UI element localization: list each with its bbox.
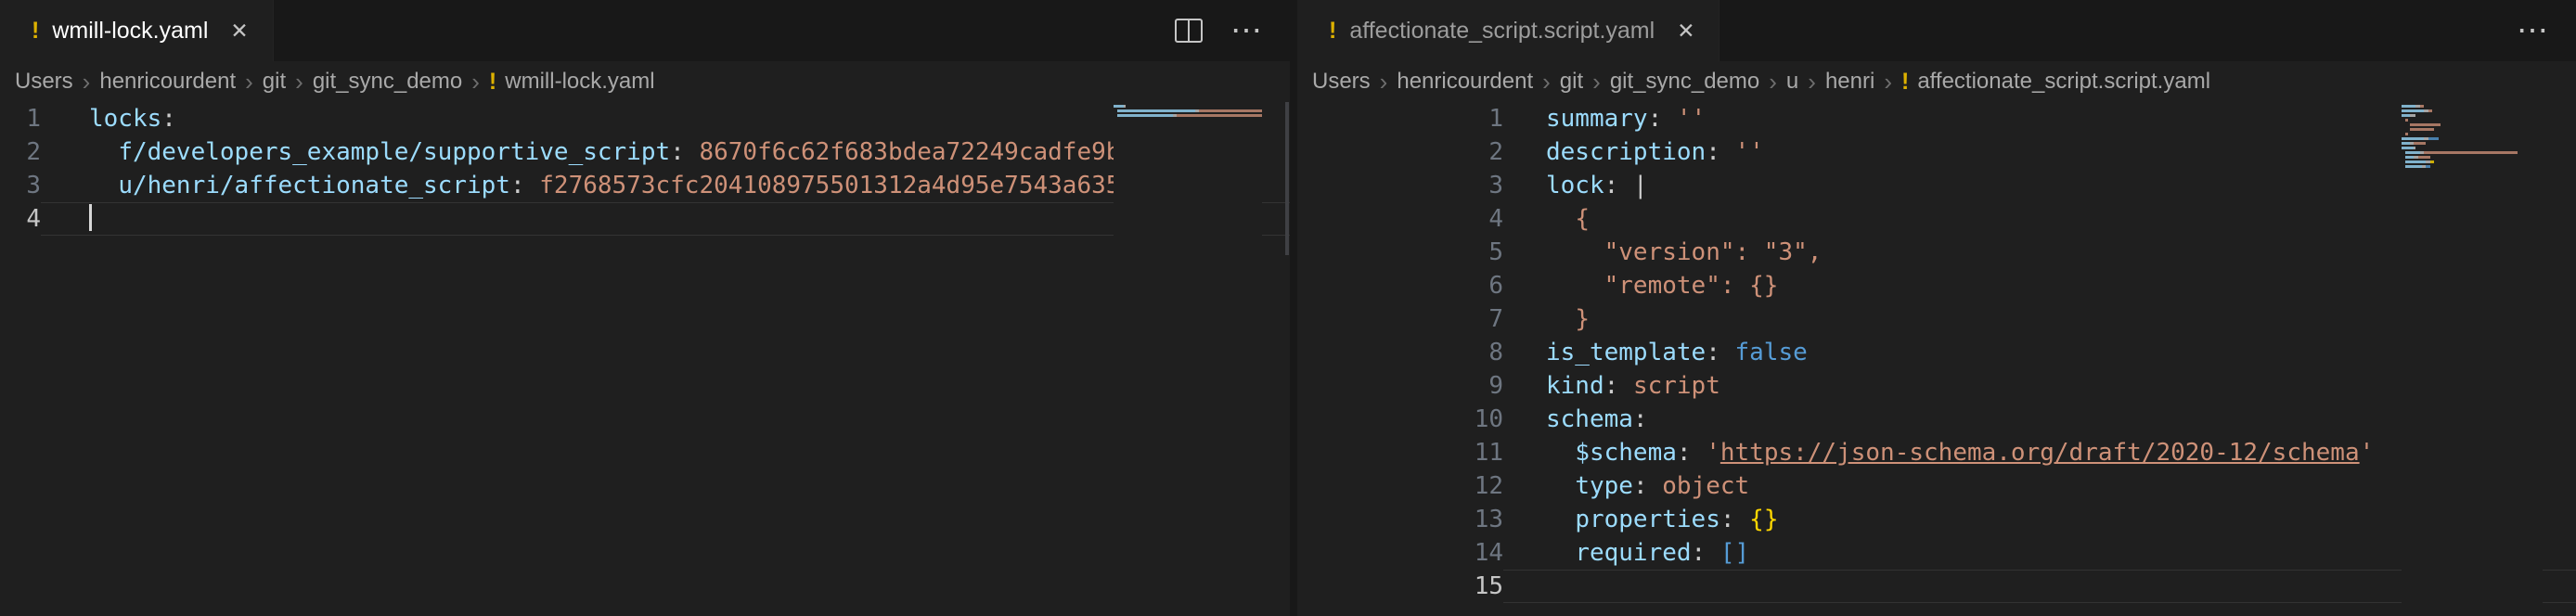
line-number[interactable]: 14 (1297, 536, 1503, 570)
more-actions-icon[interactable]: ⋯ (1230, 15, 1262, 46)
code-line[interactable]: 5 "version": "3", (1297, 236, 2576, 269)
code-line[interactable]: 4 (0, 202, 1290, 236)
code-line[interactable]: 2 f/developers_example/supportive_script… (0, 135, 1290, 169)
line-number[interactable]: 3 (0, 169, 41, 202)
line-number[interactable]: 2 (0, 135, 41, 169)
tab-bar-right: ! affectionate_script.script.yaml ✕ ⋯ (1297, 0, 2576, 61)
line-number[interactable]: 5 (1297, 236, 1503, 269)
breadcrumb-item[interactable]: Users (1312, 69, 1371, 95)
breadcrumb-file-label: affectionate_script.script.yaml (1917, 69, 2210, 95)
line-number[interactable]: 4 (1297, 202, 1503, 236)
code-line[interactable]: 3lock: | (1297, 169, 2576, 202)
line-number[interactable]: 15 (1297, 570, 1503, 603)
minimap[interactable] (2402, 105, 2543, 616)
code-line[interactable]: 3 u/henri/affectionate_script: f2768573c… (0, 169, 1290, 202)
breadcrumb-file[interactable]: ! wmill-lock.yaml (489, 69, 655, 96)
code-line[interactable]: 12 type: object (1297, 469, 2576, 503)
chevron-right-icon: › (1380, 70, 1388, 94)
code-line[interactable]: 11 $schema: 'https://json-schema.org/dra… (1297, 436, 2576, 469)
breadcrumb-item[interactable]: Users (15, 69, 73, 95)
breadcrumb: Users › henricourdent › git › git_sync_demo ›! w… (0, 61, 1290, 102)
code-line[interactable]: 13 properties: {} (1297, 503, 2576, 536)
line-number[interactable]: 6 (1297, 269, 1503, 302)
breadcrumb-item[interactable]: henri (1825, 69, 1874, 95)
breadcrumb: Users › henricourdent › git › git_sync_demo › u ›… (1297, 61, 2576, 102)
breadcrumb-item[interactable]: git (1560, 69, 1583, 95)
tab-actions-right: ⋯ (2489, 0, 2576, 61)
line-number[interactable]: 11 (1297, 436, 1503, 469)
minimap[interactable] (1114, 105, 1262, 616)
pane-resize-sash[interactable] (1290, 0, 1297, 616)
chevron-right-icon: › (245, 70, 253, 94)
code-line[interactable]: 4 { (1297, 202, 2576, 236)
code-line[interactable]: 1summary: '' (1297, 102, 2576, 135)
tab-actions-left: ⋯ (1147, 0, 1290, 61)
chevron-right-icon: › (1808, 70, 1816, 94)
chevron-right-icon: › (1542, 70, 1551, 94)
chevron-right-icon: › (83, 70, 91, 94)
code-line-text (41, 202, 1290, 236)
editor-group-right: ! affectionate_script.script.yaml ✕ ⋯ Us… (1297, 0, 2576, 616)
tab-label: wmill-lock.yaml (52, 18, 208, 45)
chevron-right-icon: › (471, 70, 480, 94)
code-line[interactable]: 9kind: script (1297, 369, 2576, 403)
breadcrumb-item[interactable]: git_sync_demo (1610, 69, 1759, 95)
warning-badge-icon: ! (1329, 18, 1336, 45)
line-number[interactable]: 10 (1297, 403, 1503, 436)
code-line[interactable]: 6 "remote": {} (1297, 269, 2576, 302)
code-line[interactable]: 8is_template: false (1297, 336, 2576, 369)
code-editor-right[interactable]: 1summary: ''2description: ''3lock: |4 {5… (1297, 102, 2576, 616)
line-number[interactable]: 1 (1297, 102, 1503, 135)
text-cursor (89, 204, 92, 231)
line-number[interactable]: 1 (0, 102, 41, 135)
scrollbar[interactable] (1285, 102, 1289, 255)
tab-affectionate-script[interactable]: ! affectionate_script.script.yaml ✕ (1297, 0, 1719, 61)
code-line[interactable]: 1locks: (0, 102, 1290, 135)
line-number[interactable]: 4 (0, 202, 41, 236)
vscode-workbench: ! wmill-lock.yaml ✕ ⋯ Users › henricourden… (0, 0, 2576, 616)
breadcrumb-item[interactable]: git_sync_demo (313, 69, 462, 95)
code-line-text: u/henri/affectionate_script: f2768573cfc… (41, 169, 1290, 202)
chevron-right-icon: › (1769, 70, 1777, 94)
breadcrumb-item[interactable]: git (263, 69, 286, 95)
line-number[interactable]: 12 (1297, 469, 1503, 503)
line-number[interactable]: 2 (1297, 135, 1503, 169)
chevron-right-icon: › (295, 70, 303, 94)
breadcrumb-item[interactable]: henricourdent (1397, 69, 1533, 95)
code-line[interactable]: 10schema: (1297, 403, 2576, 436)
breadcrumb-file-label: wmill-lock.yaml (505, 69, 654, 95)
code-editor-left[interactable]: 1locks:2 f/developers_example/supportive… (0, 102, 1290, 616)
breadcrumb-file[interactable]: ! affectionate_script.script.yaml (1901, 69, 2210, 96)
warning-badge-icon: ! (32, 18, 39, 45)
line-number[interactable]: 3 (1297, 169, 1503, 202)
line-number[interactable]: 8 (1297, 336, 1503, 369)
tab-wmill-lock[interactable]: ! wmill-lock.yaml ✕ (0, 0, 274, 61)
close-icon[interactable]: ✕ (1677, 19, 1694, 44)
code-line-text: locks: (41, 102, 1290, 135)
more-actions-icon[interactable]: ⋯ (2517, 15, 2548, 46)
code-line[interactable]: 14 required: [] (1297, 536, 2576, 570)
line-number[interactable]: 7 (1297, 302, 1503, 336)
code-line[interactable]: 7 } (1297, 302, 2576, 336)
code-line[interactable]: 2description: '' (1297, 135, 2576, 169)
editor-group-left: ! wmill-lock.yaml ✕ ⋯ Users › henricourden… (0, 0, 1290, 616)
tab-label: affectionate_script.script.yaml (1349, 18, 1655, 45)
chevron-right-icon: › (1592, 70, 1601, 94)
line-number[interactable]: 9 (1297, 369, 1503, 403)
tab-bar-left: ! wmill-lock.yaml ✕ ⋯ (0, 0, 1290, 61)
warning-badge-icon: ! (489, 69, 496, 96)
close-icon[interactable]: ✕ (230, 19, 248, 44)
code-line[interactable]: 15 (1297, 570, 2576, 603)
warning-badge-icon: ! (1901, 69, 1909, 96)
chevron-right-icon: › (1884, 70, 1892, 94)
breadcrumb-item[interactable]: henricourdent (99, 69, 236, 95)
breadcrumb-item[interactable]: u (1786, 69, 1798, 95)
code-line-text: f/developers_example/supportive_script: … (41, 135, 1290, 169)
line-number[interactable]: 13 (1297, 503, 1503, 536)
split-editor-icon[interactable] (1175, 19, 1203, 43)
